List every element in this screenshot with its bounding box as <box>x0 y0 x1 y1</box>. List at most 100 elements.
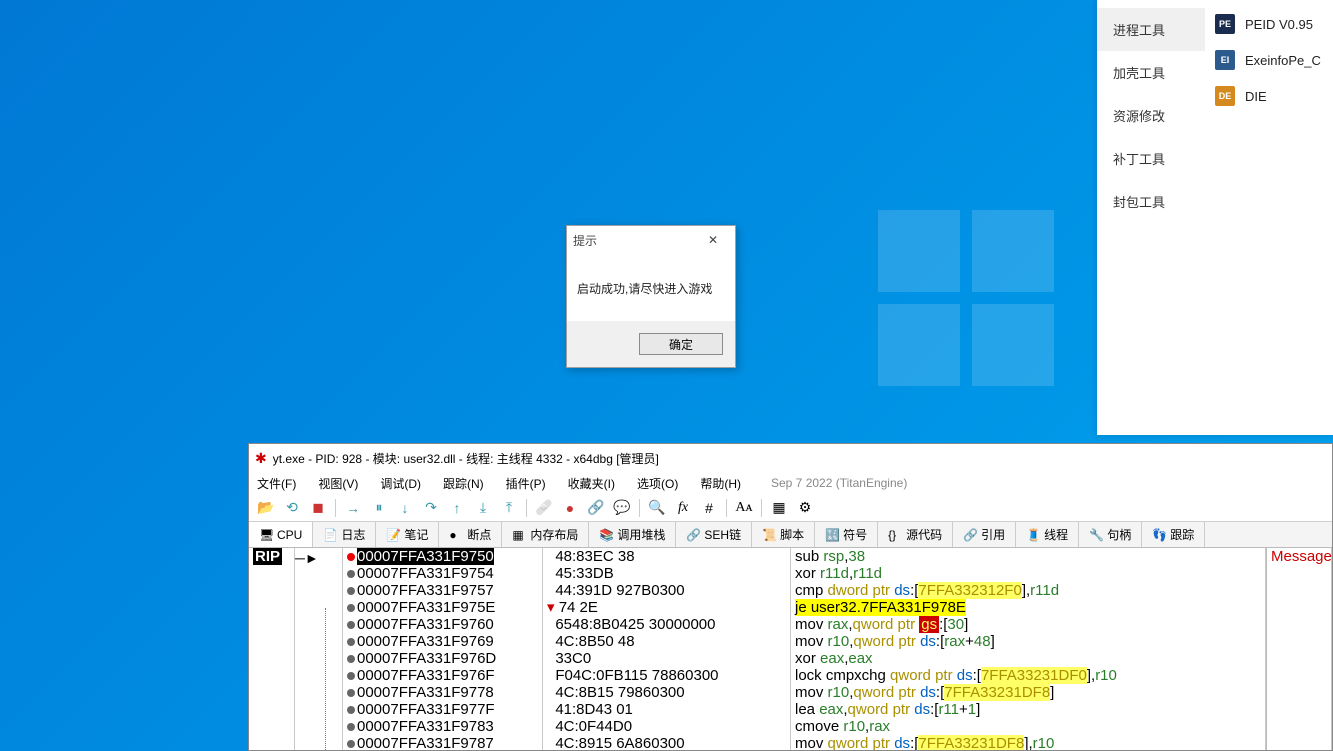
tab-断点[interactable]: ●断点 <box>439 522 502 547</box>
tool-list: PEPEID V0.95EIExeinfoPe_CDEDIE <box>1205 0 1333 435</box>
address-cell[interactable]: 00007FFA331F976F <box>343 667 542 684</box>
font-icon[interactable]: Aᴀ <box>733 497 755 519</box>
tab-脚本[interactable]: 📜脚本 <box>752 522 815 547</box>
tab-线程[interactable]: 🧵线程 <box>1016 522 1079 547</box>
tab-符号[interactable]: 🔣符号 <box>815 522 878 547</box>
address-cell[interactable]: 00007FFA331F9787 <box>343 735 542 750</box>
tab-笔记[interactable]: 📝笔记 <box>376 522 439 547</box>
marker-icon[interactable]: ● <box>559 497 581 519</box>
tab-源代码[interactable]: {}源代码 <box>878 522 953 547</box>
refresh-icon[interactable]: ⟲ <box>281 497 303 519</box>
address-cell[interactable]: 00007FFA331F9769 <box>343 633 542 650</box>
close-icon[interactable]: ✕ <box>697 233 729 247</box>
breakpoint-dot[interactable] <box>347 587 355 595</box>
address-cell[interactable]: 00007FFA331F975E <box>343 599 542 616</box>
instruction-cell: xor eax,eax <box>791 650 1265 667</box>
tool-item[interactable]: EIExeinfoPe_C <box>1205 42 1333 78</box>
debugger-titlebar[interactable]: ✱ yt.exe - PID: 928 - 模块: user32.dll - 线… <box>249 444 1332 472</box>
tab-label: 句柄 <box>1107 526 1131 543</box>
debugger-window: ✱ yt.exe - PID: 928 - 模块: user32.dll - 线… <box>248 443 1333 751</box>
bytes-cell: ▾ 74 2E <box>543 599 790 616</box>
menu-item[interactable]: 调试(D) <box>380 475 421 492</box>
menu-item[interactable]: 选项(O) <box>637 475 678 492</box>
hash-icon[interactable]: # <box>698 497 720 519</box>
menu-item[interactable]: 视图(V) <box>318 475 358 492</box>
tab-跟踪[interactable]: 👣跟踪 <box>1142 522 1205 547</box>
tab-label: 日志 <box>341 526 365 543</box>
address-cell[interactable]: 00007FFA331F9757 <box>343 582 542 599</box>
tab-icon: 📜 <box>762 528 776 542</box>
tab-bar: 🖥CPU📄日志📝笔记●断点▦内存布局📚调用堆栈🔗SEH链📜脚本🔣符号{}源代码🔗… <box>249 522 1332 548</box>
pause-icon[interactable]: ⏸ <box>368 497 390 519</box>
debugger-title-text: yt.exe - PID: 928 - 模块: user32.dll - 线程:… <box>273 450 659 467</box>
menu-item[interactable]: 收藏夹(I) <box>568 475 615 492</box>
breakpoint-dot[interactable] <box>347 570 355 578</box>
tab-SEH链[interactable]: 🔗SEH链 <box>676 522 752 547</box>
breakpoint-dot[interactable] <box>347 553 355 561</box>
address-cell[interactable]: 00007FFA331F9778 <box>343 684 542 701</box>
tab-调用堆栈[interactable]: 📚调用堆栈 <box>589 522 676 547</box>
address-cell[interactable]: 00007FFA331F976D <box>343 650 542 667</box>
tab-CPU[interactable]: 🖥CPU <box>249 522 313 547</box>
open-icon[interactable]: 📂 <box>255 497 277 519</box>
tool-item[interactable]: PEPEID V0.95 <box>1205 6 1333 42</box>
instruction-cell: mov r10,qword ptr ds:[7FFA33231DF8] <box>791 684 1265 701</box>
message-box-titlebar[interactable]: 提示 ✕ <box>567 226 735 254</box>
menu-item[interactable]: 帮助(H) <box>700 475 741 492</box>
stop-icon[interactable]: ◼ <box>307 497 329 519</box>
breakpoint-dot[interactable] <box>347 689 355 697</box>
search-icon[interactable]: 🔍 <box>646 497 668 519</box>
comment-icon[interactable]: 💬 <box>611 497 633 519</box>
instruction-cell: je user32.7FFA331F978E <box>791 599 1265 616</box>
breakpoint-dot[interactable] <box>347 621 355 629</box>
rip-indicator: RIP <box>253 548 282 565</box>
menu-item[interactable]: 跟踪(N) <box>443 475 484 492</box>
tool-category[interactable]: 进程工具 <box>1097 8 1205 51</box>
gear-icon[interactable]: ⚙ <box>794 497 816 519</box>
bytes-cell: 6548:8B0425 30000000 <box>543 616 790 633</box>
ok-button[interactable]: 确定 <box>639 333 723 355</box>
tool-category[interactable]: 封包工具 <box>1097 180 1205 223</box>
instruction-cell: xor r11d,r11d <box>791 565 1265 582</box>
step-in-icon[interactable]: ↓ <box>394 497 416 519</box>
address-cell[interactable]: 00007FFA331F9760 <box>343 616 542 633</box>
tab-icon: 🔧 <box>1089 528 1103 542</box>
tool-item[interactable]: DEDIE <box>1205 78 1333 114</box>
breakpoint-dot[interactable] <box>347 672 355 680</box>
bytes-cell: 44:391D 927B0300 <box>543 582 790 599</box>
skip-icon[interactable]: ⤒ <box>498 497 520 519</box>
fx-icon[interactable]: fx <box>672 497 694 519</box>
breakpoint-dot[interactable] <box>347 655 355 663</box>
address-cell[interactable]: 00007FFA331F977F <box>343 701 542 718</box>
breakpoint-dot[interactable] <box>347 723 355 731</box>
breakpoint-dot[interactable] <box>347 706 355 714</box>
disassembly-view[interactable]: RIP ─► 00007FFA331F9750 00007FFA331F9754… <box>249 548 1332 750</box>
message-box-title: 提示 <box>573 232 597 249</box>
menu-item[interactable]: 文件(F) <box>257 475 296 492</box>
breakpoint-dot[interactable] <box>347 604 355 612</box>
patch-icon[interactable]: 🩹 <box>533 497 555 519</box>
step-over-icon[interactable]: ↷ <box>420 497 442 519</box>
tab-日志[interactable]: 📄日志 <box>313 522 376 547</box>
tool-category[interactable]: 资源修改 <box>1097 94 1205 137</box>
address-cell[interactable]: 00007FFA331F9754 <box>343 565 542 582</box>
tools-panel: 进程工具加壳工具资源修改补丁工具封包工具 PEPEID V0.95EIExein… <box>1097 0 1333 435</box>
instruction-cell: sub rsp,38 <box>791 548 1265 565</box>
link-icon[interactable]: 🔗 <box>585 497 607 519</box>
breakpoint-dot[interactable] <box>347 638 355 646</box>
breakpoint-dot[interactable] <box>347 740 355 748</box>
step-out-icon[interactable]: ↑ <box>446 497 468 519</box>
tool-category[interactable]: 加壳工具 <box>1097 51 1205 94</box>
tab-句柄[interactable]: 🔧 句柄 <box>1079 522 1142 547</box>
tab-引用[interactable]: 🔗引用 <box>953 522 1016 547</box>
run-icon[interactable]: → <box>342 497 364 519</box>
run-to-icon[interactable]: ⤓ <box>472 497 494 519</box>
module-icon[interactable]: ▦ <box>768 497 790 519</box>
bytes-cell: 48:83EC 38 <box>543 548 790 565</box>
menu-item[interactable]: 插件(P) <box>506 475 546 492</box>
address-cell[interactable]: 00007FFA331F9783 <box>343 718 542 735</box>
tool-category[interactable]: 补丁工具 <box>1097 137 1205 180</box>
tab-icon: 🧵 <box>1026 528 1040 542</box>
tab-内存布局[interactable]: ▦内存布局 <box>502 522 589 547</box>
address-cell[interactable]: 00007FFA331F9750 <box>343 548 542 565</box>
